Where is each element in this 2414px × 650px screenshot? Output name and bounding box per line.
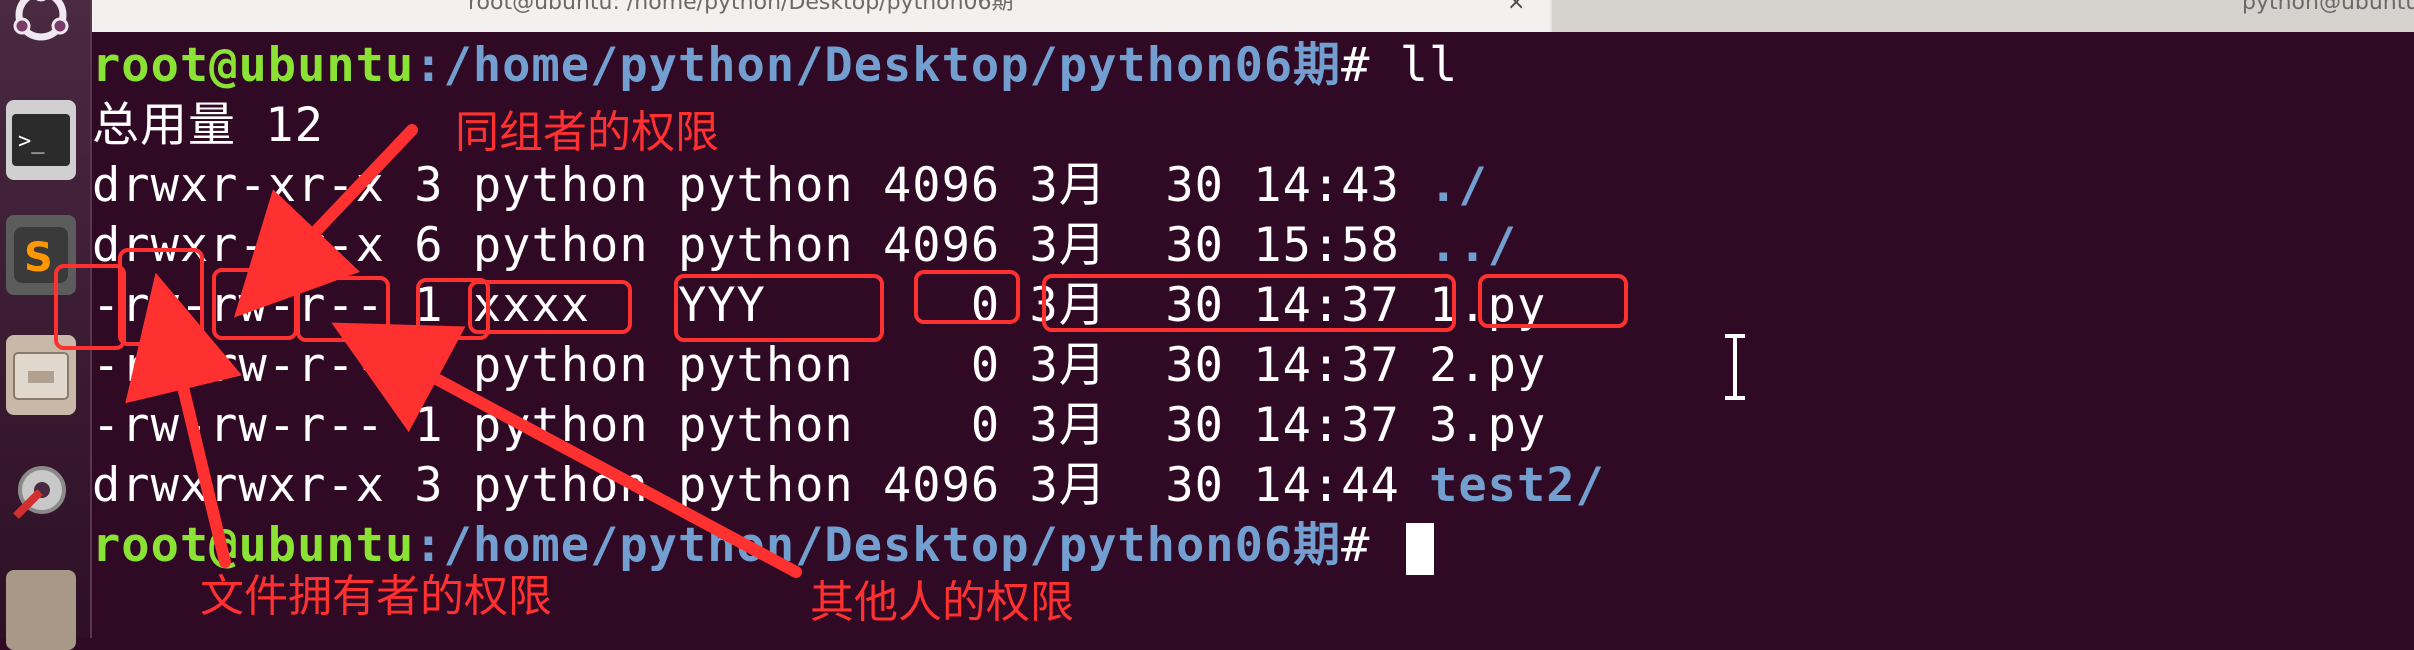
date-box [1042,274,1456,332]
other-perm-box [296,276,390,342]
links-box [416,278,490,340]
group-perm-arrow [233,124,418,318]
annotation-overlay [54,124,1628,578]
owner-perm-box [118,248,204,346]
annotation-owner-perm: 文件拥有者的权限 [200,571,552,622]
size-box [914,270,1020,324]
type-box [54,264,126,350]
other-perm-arrow [331,322,802,578]
owner-perm-arrow [125,272,242,568]
name-box [1478,274,1628,328]
group-perm-box [212,268,298,340]
annotation-group-perm: 同组者的权限 [455,107,719,158]
annotation-other-perm: 其他人的权限 [810,577,1074,628]
group-box [674,274,884,342]
owner-box [468,280,632,334]
